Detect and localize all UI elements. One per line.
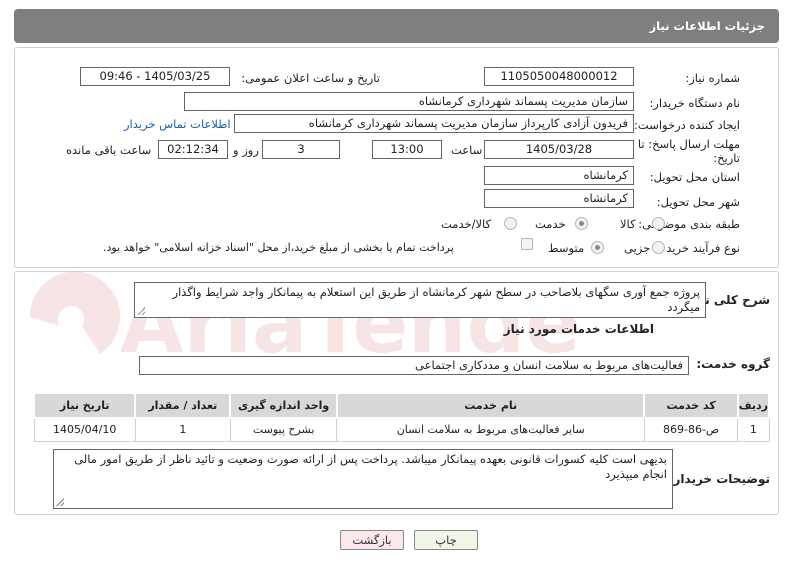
buyer-notes-text: بدیهی است کلیه کسورات قانونی بعهده پیمان… xyxy=(74,452,667,481)
category-option-service: خدمت xyxy=(535,217,566,231)
deadline-days-label: روز و xyxy=(233,143,259,157)
deadline-time-label: ساعت xyxy=(451,143,483,157)
cell-service-code: ص-86-869 xyxy=(643,417,739,442)
cell-unit: بشرح پیوست xyxy=(229,417,338,442)
description-text: پروژه جمع آوری سگهای بلاصاحب در سطح شهر … xyxy=(172,285,700,314)
need-number-field[interactable]: 1105050048000012 xyxy=(484,67,634,86)
deadline-label: مهلت ارسال پاسخ: تا xyxy=(637,137,740,151)
process-option-medium: متوسط xyxy=(548,241,585,255)
province-field[interactable]: کرمانشاه xyxy=(484,166,634,185)
deadline-date-field[interactable]: 1405/03/28 xyxy=(484,140,634,159)
deadline-time-field[interactable]: 13:00 xyxy=(372,140,442,159)
buyer-notes-label: توضیحات خریدار: xyxy=(668,472,770,486)
cell-quantity: 1 xyxy=(134,417,231,442)
treasury-payment-note: پرداخت تمام یا بخشی از مبلغ خرید،از محل … xyxy=(103,241,454,254)
city-field[interactable]: کرمانشاه xyxy=(484,189,634,208)
buyer-org-label: نام دستگاه خریدار: xyxy=(649,96,740,110)
col-row-number: ردیف xyxy=(736,392,771,419)
remaining-time-field[interactable]: 02:12:34 xyxy=(158,140,228,159)
service-group-label: گروه خدمت: xyxy=(696,357,770,371)
category-option-goods: کالا xyxy=(620,217,636,231)
col-unit: واحد اندازه گیری xyxy=(229,392,338,419)
requester-field[interactable]: فریدون آزادی کارپرداز سازمان مدیریت پسما… xyxy=(234,114,634,133)
service-group-field[interactable]: فعالیت‌های مربوط به سلامت انسان و مددکار… xyxy=(139,356,689,375)
col-quantity: تعداد / مقدار xyxy=(134,392,232,419)
deadline-label-date: تاریخ: xyxy=(713,151,740,165)
page-title: جزئیات اطلاعات نیاز xyxy=(14,9,779,43)
city-label: شهر محل تحویل: xyxy=(656,195,740,209)
process-option-minor: جزیی xyxy=(624,241,651,255)
col-need-date: تاریخ نیاز xyxy=(32,392,137,419)
cell-row-number: 1 xyxy=(737,417,770,442)
description-textarea[interactable]: پروژه جمع آوری سگهای بلاصاحب در سطح شهر … xyxy=(134,282,706,318)
services-table: ردیف کد خدمت نام خدمت واحد اندازه گیری ت… xyxy=(32,392,771,442)
services-info-title: اطلاعات خدمات مورد نیاز xyxy=(503,322,654,336)
province-label: استان محل تحویل: xyxy=(649,170,740,184)
treasury-payment-checkbox[interactable] xyxy=(521,238,533,250)
col-service-code: کد خدمت xyxy=(643,392,739,419)
category-radio-goods-service[interactable] xyxy=(504,217,517,230)
category-radio-goods[interactable] xyxy=(652,217,665,230)
process-type-label: نوع فرآیند خرید : xyxy=(658,241,740,255)
resize-grip-icon[interactable] xyxy=(137,307,145,315)
resize-grip-icon[interactable] xyxy=(56,498,64,506)
table-row[interactable]: 1 ص-86-869 سایر فعالیت‌های مربوط به سلام… xyxy=(33,417,770,442)
col-service-name: نام خدمت xyxy=(335,392,646,419)
cell-need-date: 1405/04/10 xyxy=(33,417,136,442)
remaining-time-label: ساعت باقی مانده xyxy=(66,143,152,157)
print-button[interactable]: چاپ xyxy=(414,530,478,550)
cell-service-name: سایر فعالیت‌های مربوط به سلامت انسان xyxy=(336,417,645,442)
buyer-contact-link[interactable]: اطلاعات تماس خریدار xyxy=(124,117,231,131)
announce-datetime-field[interactable]: 1405/03/25 - 09:46 xyxy=(80,67,230,86)
process-radio-minor[interactable] xyxy=(652,241,665,254)
deadline-days-field[interactable]: 3 xyxy=(262,140,340,159)
process-radio-medium[interactable] xyxy=(591,241,604,254)
buyer-org-field[interactable]: سازمان مدیریت پسماند شهرداری کرمانشاه xyxy=(184,92,634,111)
category-option-goods-service: کالا/خدمت xyxy=(441,217,492,231)
requester-label: ایجاد کننده درخواست: xyxy=(634,118,740,132)
need-number-label: شماره نیاز: xyxy=(685,71,740,85)
buyer-notes-textarea[interactable]: بدیهی است کلیه کسورات قانونی بعهده پیمان… xyxy=(53,449,673,509)
table-header-row: ردیف کد خدمت نام خدمت واحد اندازه گیری ت… xyxy=(32,392,771,419)
announce-datetime-label: تاریخ و ساعت اعلان عمومی: xyxy=(241,71,380,85)
category-radio-service[interactable] xyxy=(575,217,588,230)
back-button[interactable]: بازگشت xyxy=(340,530,404,550)
